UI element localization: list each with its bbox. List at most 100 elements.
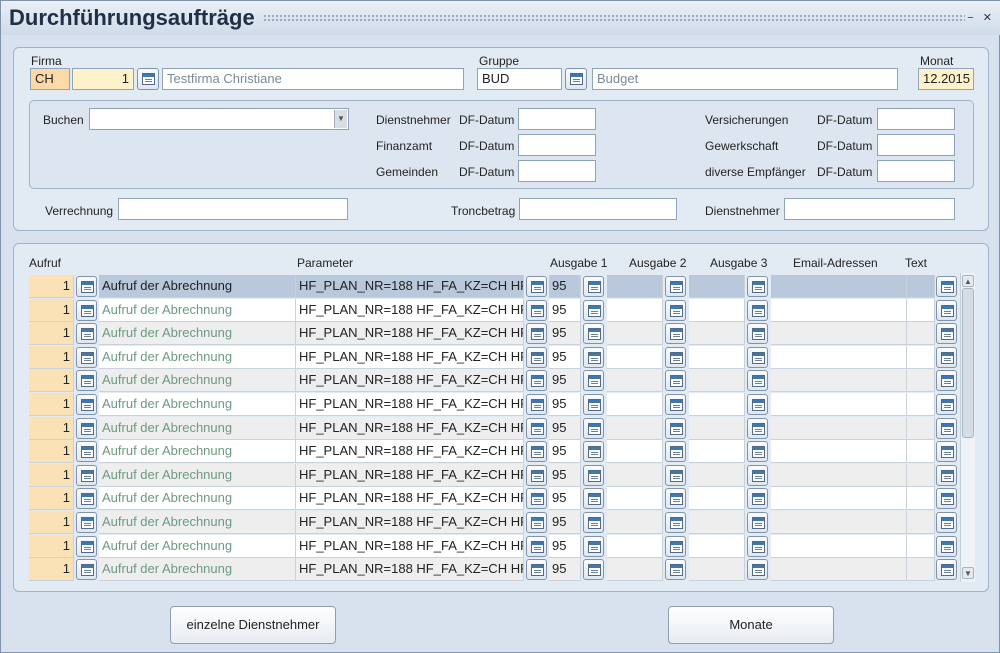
- text-cell[interactable]: [907, 463, 935, 487]
- ausgabe1-lov-button[interactable]: [583, 299, 604, 321]
- monat-field[interactable]: 12.2015: [918, 68, 974, 90]
- text-lov-button[interactable]: [936, 394, 957, 415]
- email-cell[interactable]: [771, 534, 907, 558]
- aufruf-lov-button[interactable]: [76, 394, 97, 415]
- aufruf-nr-cell[interactable]: 1: [29, 369, 74, 393]
- parameter-cell[interactable]: HF_PLAN_NR=188 HF_FA_KZ=CH HF_: [296, 416, 524, 440]
- gruppe-code-field[interactable]: BUD: [477, 68, 562, 90]
- ausgabe2-lov-button[interactable]: [665, 346, 686, 368]
- ausgabe2-lov-button[interactable]: [665, 394, 686, 415]
- ausgabe2-lov-button[interactable]: [665, 535, 686, 557]
- ausgabe1-lov-button[interactable]: [583, 394, 604, 415]
- ausgabe2-cell[interactable]: [607, 487, 663, 511]
- aufruf-lov-button[interactable]: [76, 370, 97, 392]
- ausgabe2-cell[interactable]: [607, 275, 663, 298]
- dienstnehmer-df-datum-field[interactable]: [518, 108, 596, 130]
- parameter-lov-button[interactable]: [526, 464, 547, 486]
- text-cell[interactable]: [907, 369, 935, 393]
- text-cell[interactable]: [907, 511, 935, 534]
- table-row[interactable]: 1 Aufruf der Abrechnung HF_PLAN_NR=188 HF_…: [29, 487, 959, 511]
- ausgabe1-lov-button[interactable]: [583, 464, 604, 486]
- parameter-lov-button[interactable]: [526, 535, 547, 557]
- ausgabe3-lov-button[interactable]: [747, 276, 768, 297]
- ausgabe1-lov-button[interactable]: [583, 370, 604, 392]
- aufruf-lov-button[interactable]: [76, 559, 97, 581]
- ausgabe3-cell[interactable]: [689, 440, 745, 464]
- parameter-cell[interactable]: HF_PLAN_NR=188 HF_FA_KZ=CH HF_: [296, 534, 524, 558]
- finanzamt-df-datum-field[interactable]: [518, 134, 596, 156]
- table-row[interactable]: 1 Aufruf der Abrechnung HF_PLAN_NR=188 HF_…: [29, 416, 959, 440]
- text-lov-button[interactable]: [936, 464, 957, 486]
- aufruf-lov-button[interactable]: [76, 512, 97, 533]
- ausgabe1-cell[interactable]: 95: [549, 322, 581, 346]
- aufruf-lov-button[interactable]: [76, 464, 97, 486]
- text-cell[interactable]: [907, 416, 935, 440]
- text-lov-button[interactable]: [936, 535, 957, 557]
- parameter-lov-button[interactable]: [526, 370, 547, 392]
- ausgabe1-lov-button[interactable]: [583, 559, 604, 581]
- table-row[interactable]: 1 Aufruf der Abrechnung HF_PLAN_NR=188 HF_…: [29, 463, 959, 487]
- email-cell[interactable]: [771, 393, 907, 416]
- text-lov-button[interactable]: [936, 559, 957, 581]
- parameter-lov-button[interactable]: [526, 441, 547, 463]
- table-row[interactable]: 1 Aufruf der Abrechnung HF_PLAN_NR=188 HF_…: [29, 440, 959, 464]
- firma-lov-button[interactable]: [137, 68, 159, 90]
- ausgabe2-cell[interactable]: [607, 416, 663, 440]
- ausgabe2-cell[interactable]: [607, 440, 663, 464]
- aufruf-nr-cell[interactable]: 1: [29, 393, 74, 416]
- aufruf-lov-button[interactable]: [76, 535, 97, 557]
- text-lov-button[interactable]: [936, 346, 957, 368]
- scroll-thumb[interactable]: [962, 288, 974, 438]
- parameter-cell[interactable]: HF_PLAN_NR=188 HF_FA_KZ=CH HF_: [296, 393, 524, 416]
- ausgabe1-cell[interactable]: 95: [549, 463, 581, 487]
- firma-code-field[interactable]: CH: [30, 68, 70, 90]
- parameter-lov-button[interactable]: [526, 512, 547, 533]
- ausgabe3-cell[interactable]: [689, 558, 745, 582]
- text-lov-button[interactable]: [936, 370, 957, 392]
- parameter-cell[interactable]: HF_PLAN_NR=188 HF_FA_KZ=CH HF_: [296, 369, 524, 393]
- ausgabe1-lov-button[interactable]: [583, 417, 604, 439]
- parameter-lov-button[interactable]: [526, 299, 547, 321]
- ausgabe3-cell[interactable]: [689, 487, 745, 511]
- ausgabe3-lov-button[interactable]: [747, 488, 768, 510]
- ausgabe1-cell[interactable]: 95: [549, 298, 581, 322]
- ausgabe1-cell[interactable]: 95: [549, 416, 581, 440]
- text-lov-button[interactable]: [936, 299, 957, 321]
- ausgabe1-cell[interactable]: 95: [549, 393, 581, 416]
- ausgabe1-lov-button[interactable]: [583, 276, 604, 297]
- ausgabe2-lov-button[interactable]: [665, 417, 686, 439]
- ausgabe1-cell[interactable]: 95: [549, 440, 581, 464]
- ausgabe3-lov-button[interactable]: [747, 535, 768, 557]
- table-row[interactable]: 1 Aufruf der Abrechnung HF_PLAN_NR=188 HF_…: [29, 298, 959, 322]
- text-cell[interactable]: [907, 534, 935, 558]
- email-cell[interactable]: [771, 369, 907, 393]
- gewerkschaft-df-datum-field[interactable]: [877, 134, 955, 156]
- ausgabe1-lov-button[interactable]: [583, 346, 604, 368]
- email-cell[interactable]: [771, 322, 907, 346]
- ausgabe2-lov-button[interactable]: [665, 512, 686, 533]
- text-cell[interactable]: [907, 440, 935, 464]
- text-lov-button[interactable]: [936, 512, 957, 533]
- aufruf-nr-cell[interactable]: 1: [29, 534, 74, 558]
- email-cell[interactable]: [771, 511, 907, 534]
- buchen-select[interactable]: [89, 108, 349, 130]
- parameter-lov-button[interactable]: [526, 323, 547, 345]
- email-cell[interactable]: [771, 440, 907, 464]
- ausgabe1-lov-button[interactable]: [583, 535, 604, 557]
- einzelne-dienstnehmer-button[interactable]: einzelne Dienstnehmer: [170, 606, 336, 644]
- parameter-cell[interactable]: HF_PLAN_NR=188 HF_FA_KZ=CH HF_: [296, 558, 524, 582]
- aufruf-nr-cell[interactable]: 1: [29, 275, 74, 298]
- ausgabe3-lov-button[interactable]: [747, 346, 768, 368]
- ausgabe1-cell[interactable]: 95: [549, 511, 581, 534]
- ausgabe1-cell[interactable]: 95: [549, 558, 581, 582]
- table-row[interactable]: 1 Aufruf der Abrechnung HF_PLAN_NR=188 HF_…: [29, 345, 959, 369]
- troncbetrag-field[interactable]: [519, 198, 677, 220]
- aufruf-nr-cell[interactable]: 1: [29, 463, 74, 487]
- text-lov-button[interactable]: [936, 276, 957, 297]
- aufruf-lov-button[interactable]: [76, 417, 97, 439]
- ausgabe2-lov-button[interactable]: [665, 370, 686, 392]
- ausgabe2-cell[interactable]: [607, 511, 663, 534]
- parameter-lov-button[interactable]: [526, 394, 547, 415]
- aufruf-lov-button[interactable]: [76, 323, 97, 345]
- ausgabe3-cell[interactable]: [689, 369, 745, 393]
